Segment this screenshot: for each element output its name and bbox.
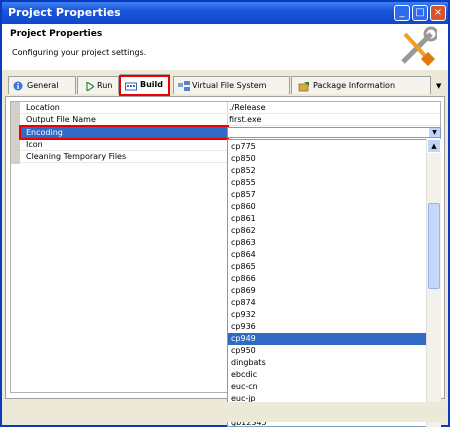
build-tab-highlight	[119, 75, 170, 96]
vfs-icon	[178, 81, 190, 91]
encoding-option[interactable]: cp932	[228, 309, 428, 321]
tab-label: Package Information	[313, 81, 396, 90]
tab-virtual-file-system[interactable]: Virtual File System	[173, 76, 290, 94]
encoding-option[interactable]: cp864	[228, 249, 428, 261]
scroll-thumb[interactable]	[428, 203, 440, 289]
dialog-header: Project Properties Configuring your proj…	[2, 24, 448, 70]
scroll-up-button[interactable]: ▲	[427, 139, 441, 153]
property-name: Icon	[26, 140, 43, 149]
encoding-option[interactable]: cp861	[228, 213, 428, 225]
encoding-option[interactable]: cp869	[228, 285, 428, 297]
tab-general[interactable]: General	[8, 76, 76, 94]
dialog-footer	[5, 402, 445, 422]
tab-label: General	[27, 81, 59, 90]
encoding-option[interactable]: cp950	[228, 345, 428, 357]
encoding-option[interactable]: euc-cn	[228, 381, 428, 393]
encoding-option-selected[interactable]: cp949	[228, 333, 428, 345]
property-name: Output File Name	[26, 115, 96, 124]
property-row-icon[interactable]: Icon	[20, 139, 227, 151]
tab-label: Run	[97, 81, 113, 90]
encoding-combobox[interactable]: ▼	[227, 127, 441, 138]
encoding-option[interactable]: cp850	[228, 153, 428, 165]
tab-run[interactable]: Run	[77, 76, 119, 94]
header-title: Project Properties	[10, 29, 103, 39]
tools-icon	[401, 26, 437, 67]
property-name: Location	[26, 103, 60, 112]
encoding-highlight	[19, 125, 229, 140]
tab-package-information[interactable]: Package Information	[291, 76, 431, 94]
property-value[interactable]: first.exe	[229, 115, 261, 124]
play-icon	[86, 82, 94, 91]
header-subtitle: Configuring your project settings.	[12, 48, 147, 57]
package-icon	[298, 82, 309, 92]
encoding-option[interactable]: cp855	[228, 177, 428, 189]
encoding-option[interactable]: dingbats	[228, 357, 428, 369]
property-row-cleaning-temporary-files[interactable]: Cleaning Temporary Files	[20, 151, 227, 163]
tab-overflow-arrow[interactable]: ▼	[436, 82, 441, 90]
property-value[interactable]: ./Release	[229, 103, 266, 112]
encoding-option[interactable]: cp936	[228, 321, 428, 333]
encoding-option[interactable]: cp866	[228, 273, 428, 285]
info-icon	[13, 81, 23, 91]
encoding-option[interactable]: ebcdic	[228, 369, 428, 381]
encoding-option[interactable]: cp863	[228, 237, 428, 249]
encoding-option[interactable]: cp852	[228, 165, 428, 177]
tab-strip: General Run Build Virtual File System Pa…	[0, 74, 446, 96]
minimize-button[interactable]: _	[394, 5, 410, 21]
encoding-option[interactable]: cp862	[228, 225, 428, 237]
encoding-option[interactable]: cp874	[228, 297, 428, 309]
window-title: Project Properties	[8, 6, 121, 19]
dropdown-scrollbar[interactable]: ▲	[426, 139, 441, 427]
encoding-option[interactable]: cp865	[228, 261, 428, 273]
close-button[interactable]: ×	[430, 5, 446, 21]
encoding-option[interactable]: cp857	[228, 189, 428, 201]
title-bar[interactable]: Project Properties _ □ ×	[2, 2, 448, 24]
encoding-option[interactable]: cp860	[228, 201, 428, 213]
maximize-button[interactable]: □	[412, 5, 428, 21]
encoding-option[interactable]: cp775	[228, 141, 428, 153]
property-name: Cleaning Temporary Files	[26, 152, 127, 161]
tab-label: Virtual File System	[192, 81, 267, 90]
chevron-down-icon[interactable]: ▼	[429, 128, 440, 137]
encoding-dropdown-list[interactable]: cp775 cp850 cp852 cp855 cp857 cp860 cp86…	[227, 139, 441, 427]
property-row-location[interactable]: Location ./Release	[20, 102, 440, 114]
